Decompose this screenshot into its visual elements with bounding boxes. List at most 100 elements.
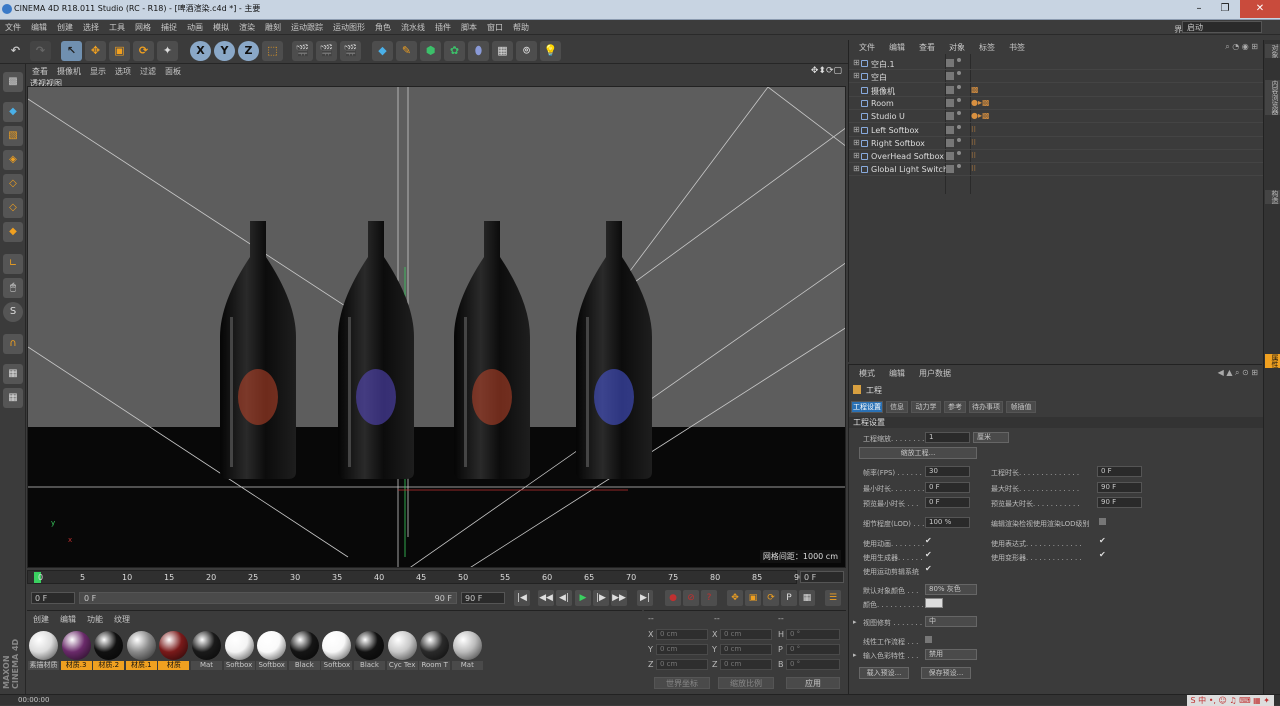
move-icon[interactable]: ✥ — [85, 41, 106, 61]
tag-icons[interactable]: ▩ — [971, 85, 979, 94]
attribute-tab[interactable]: 信息 — [886, 401, 908, 413]
maximize-icon[interactable]: ❐ — [1212, 0, 1238, 18]
object-menu-item[interactable]: 对象 — [939, 40, 969, 53]
object-name[interactable]: Left Softbox — [871, 126, 919, 135]
floor-icon[interactable]: ▦ — [492, 41, 513, 61]
use-generators-checkbox[interactable]: ✔ — [925, 551, 933, 559]
z-axis-icon[interactable]: Z — [238, 41, 259, 61]
key-pla-icon[interactable]: ▦ — [799, 590, 815, 606]
menu-item[interactable]: 文件 — [0, 20, 26, 33]
x-axis-icon[interactable]: X — [190, 41, 211, 61]
undo-icon[interactable]: ↶ — [5, 41, 26, 61]
render-picture-viewer-icon[interactable]: 🎬 — [316, 41, 337, 61]
default-object-color-select[interactable]: 80% 灰色 — [925, 584, 977, 595]
material-menu-item[interactable]: 编辑 — [54, 611, 81, 625]
expand-icon[interactable]: ⊞ — [853, 71, 860, 80]
use-animation-checkbox[interactable]: ✔ — [925, 537, 933, 545]
tag-icons[interactable]: ⁝⁝ — [971, 125, 976, 134]
object-row[interactable]: ⊞ 空白 — [849, 70, 1263, 84]
viewport-menu-item[interactable]: 选项 — [110, 64, 135, 77]
attribute-tab[interactable]: 帧插值 — [1006, 401, 1036, 413]
recent-tool-icon[interactable]: ✦ — [157, 41, 178, 61]
range-slider[interactable]: 0 F 90 F — [79, 592, 457, 604]
object-menu-item[interactable]: 编辑 — [879, 40, 909, 53]
goto-end-icon[interactable]: ▶| — [637, 590, 653, 606]
pen-icon[interactable]: ✎ — [396, 41, 417, 61]
object-name[interactable]: OverHead Softbox — [871, 152, 944, 161]
tag-icons[interactable]: ●▸▩ — [971, 98, 990, 107]
right-tab[interactable]: 构造 — [1265, 190, 1280, 204]
editor-dot-icon[interactable] — [957, 97, 961, 102]
menu-item[interactable]: 雕刻 — [260, 20, 286, 33]
material-swatch[interactable]: Black — [288, 630, 320, 670]
attribute-tab[interactable]: 工程设置 — [851, 401, 883, 413]
position-field[interactable]: 0 cm — [656, 644, 708, 655]
viewport-nav-icons[interactable]: ✥⬍⟳▢ — [811, 66, 842, 76]
right-tab[interactable]: 属性 — [1265, 354, 1280, 368]
close-icon[interactable]: ✕ — [1240, 0, 1280, 18]
preview-max-field[interactable]: 90 F — [1097, 497, 1142, 508]
editor-dot-icon[interactable] — [957, 71, 961, 76]
project-scale-field[interactable]: 1 — [925, 432, 970, 443]
scale-project-button[interactable]: 缩放工程... — [859, 447, 977, 459]
attribute-menu-item[interactable]: 用户数据 — [909, 365, 955, 379]
material-swatch[interactable]: Room T — [419, 630, 451, 670]
material-swatch[interactable]: 材质.1 — [125, 630, 157, 670]
menu-item[interactable]: 帮助 — [508, 20, 534, 33]
use-deformers-checkbox[interactable]: ✔ — [1099, 551, 1107, 559]
material-swatch[interactable]: Black — [354, 630, 385, 670]
prev-frame-icon[interactable]: ◀| — [556, 590, 572, 606]
fps-field[interactable]: 30 — [925, 466, 970, 477]
workplane-mode-icon[interactable]: ◈ — [3, 150, 23, 170]
key-selection-icon[interactable]: ? — [701, 590, 717, 606]
visibility-icon[interactable] — [946, 59, 954, 67]
expand-icon[interactable]: ⊞ — [853, 125, 860, 134]
material-swatch[interactable]: Mat — [191, 630, 222, 670]
menu-item[interactable]: 创建 — [52, 20, 78, 33]
menu-item[interactable]: 捕捉 — [156, 20, 182, 33]
menu-item[interactable]: 脚本 — [456, 20, 482, 33]
key-param-icon[interactable]: P — [781, 590, 797, 606]
menu-item[interactable]: 角色 — [370, 20, 396, 33]
magnet-icon[interactable]: ∩ — [3, 334, 23, 354]
right-tab[interactable]: 内容浏览器 — [1265, 80, 1280, 115]
polygons-mode-icon[interactable]: ◆ — [3, 222, 23, 242]
attribute-tab[interactable]: 动力学 — [911, 401, 941, 413]
visibility-icon[interactable] — [946, 72, 954, 81]
max-frame-field[interactable]: 90 F — [461, 592, 505, 604]
material-swatch[interactable]: Mat — [451, 630, 483, 670]
ime-tray-icons[interactable]: S 中 •, ☺ ♫ ⌨ ▦ ✦ — [1186, 695, 1274, 706]
load-preset-button[interactable]: 载入预设... — [859, 667, 909, 679]
size-field[interactable]: 0 cm — [720, 659, 772, 670]
play-icon[interactable]: ▶ — [575, 590, 591, 606]
menu-item[interactable]: 模拟 — [208, 20, 234, 33]
object-row[interactable]: ⊞ Global Light Switch ⁝⁝ — [849, 163, 1263, 177]
cloner-icon[interactable]: ✿ — [444, 41, 465, 61]
preview-min-field[interactable]: 0 F — [925, 497, 970, 508]
project-time-field[interactable]: 0 F — [1097, 466, 1142, 477]
deformer-icon[interactable]: ⬮ — [468, 41, 489, 61]
attribute-tab[interactable]: 参考 — [944, 401, 966, 413]
tag-icons[interactable]: ⁝⁝ — [971, 151, 976, 160]
menu-item[interactable]: 渲染 — [234, 20, 260, 33]
tweak-mode-icon[interactable]: 🖱 — [3, 278, 23, 298]
timeline-ruler[interactable]: 051015202530354045505560657075808590 — [27, 570, 804, 584]
viewport-menu-item[interactable]: 面板 — [160, 64, 185, 77]
save-preset-button[interactable]: 保存预设... — [921, 667, 971, 679]
viewport-menu-item[interactable]: 显示 — [85, 64, 110, 77]
make-editable-icon[interactable]: ▩ — [3, 72, 23, 92]
size-field[interactable]: 0 cm — [720, 644, 772, 655]
render-view-icon[interactable]: 🎬 — [292, 41, 313, 61]
use-motion-clip-checkbox[interactable]: ✔ — [925, 565, 933, 573]
attribute-menu-item[interactable]: 模式 — [849, 365, 879, 379]
menu-item[interactable]: 工具 — [104, 20, 130, 33]
object-row[interactable]: ⊞ OverHead Softbox ⁝⁝ — [849, 150, 1263, 164]
material-swatch[interactable]: Cyc Tex — [386, 630, 418, 670]
object-row[interactable]: Studio U ●▸▩ — [849, 110, 1263, 124]
expand-icon[interactable]: ⊞ — [853, 58, 860, 67]
object-menu-item[interactable]: 标签 — [969, 40, 999, 53]
planar-workplane-icon[interactable]: ▦ — [3, 388, 23, 408]
material-swatch[interactable]: 材质.3 — [60, 630, 92, 670]
viewport-menu-item[interactable]: 过滤 — [135, 64, 160, 77]
material-menu-item[interactable]: 功能 — [81, 611, 108, 625]
